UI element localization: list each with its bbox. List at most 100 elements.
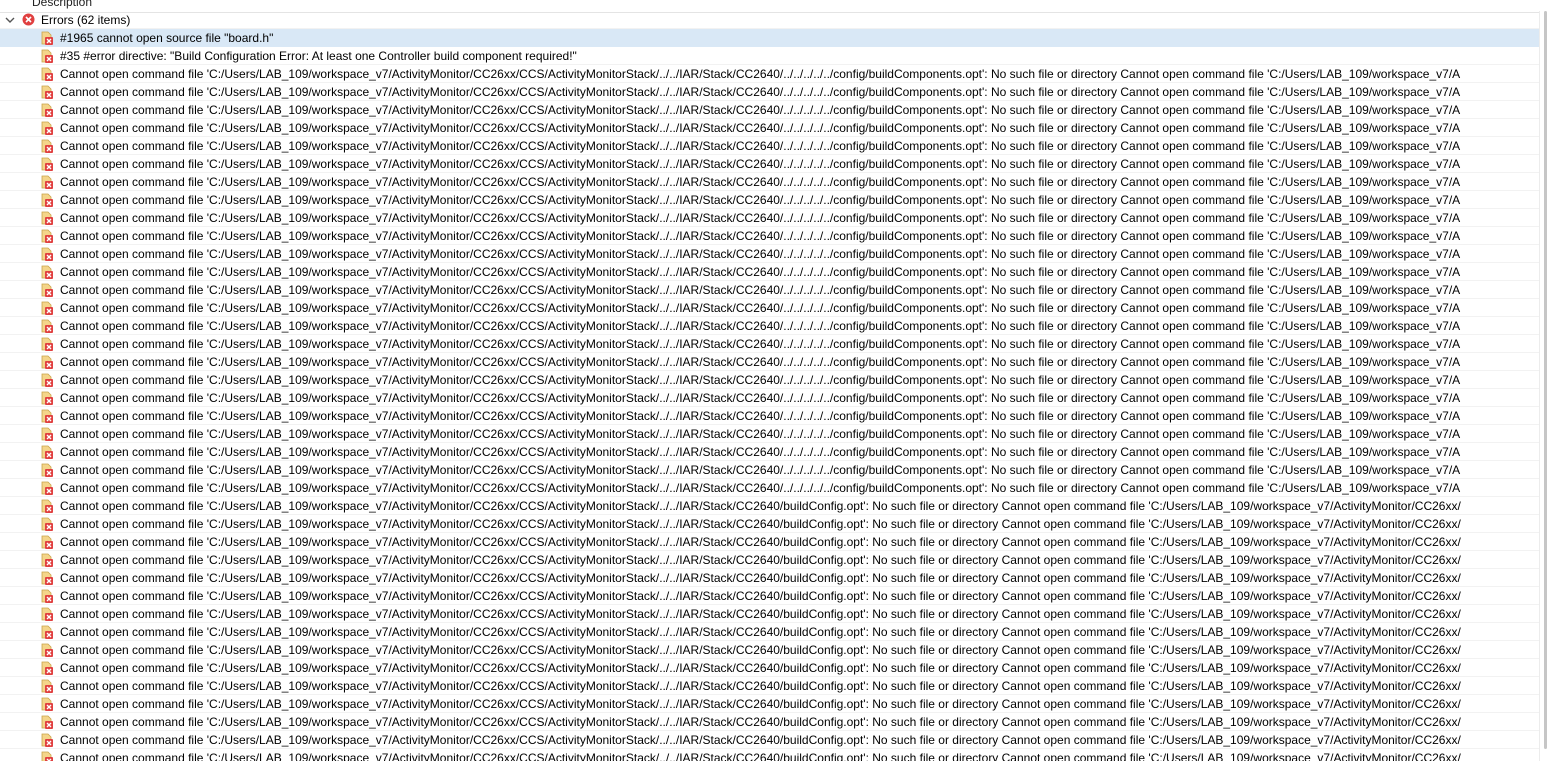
problem-row[interactable]: Cannot open command file 'C:/Users/LAB_1…	[0, 533, 1540, 551]
problem-description: #1965 cannot open source file "board.h"	[60, 31, 274, 45]
problem-row[interactable]: Cannot open command file 'C:/Users/LAB_1…	[0, 389, 1540, 407]
problems-tree: Errors (62 items) #1965 cannot open sour…	[0, 11, 1540, 761]
file-error-icon	[41, 589, 53, 603]
problem-description: Cannot open command file 'C:/Users/LAB_1…	[60, 679, 1461, 693]
problem-row[interactable]: Cannot open command file 'C:/Users/LAB_1…	[0, 713, 1540, 731]
problem-row[interactable]: Cannot open command file 'C:/Users/LAB_1…	[0, 299, 1540, 317]
problem-row[interactable]: Cannot open command file 'C:/Users/LAB_1…	[0, 731, 1540, 749]
problem-row[interactable]: Cannot open command file 'C:/Users/LAB_1…	[0, 659, 1540, 677]
problem-row[interactable]: Cannot open command file 'C:/Users/LAB_1…	[0, 749, 1540, 761]
problem-row[interactable]: Cannot open command file 'C:/Users/LAB_1…	[0, 155, 1540, 173]
file-error-icon	[41, 643, 53, 657]
problem-row[interactable]: Cannot open command file 'C:/Users/LAB_1…	[0, 641, 1540, 659]
problem-row[interactable]: Cannot open command file 'C:/Users/LAB_1…	[0, 695, 1540, 713]
file-error-icon	[41, 121, 53, 135]
problem-description: Cannot open command file 'C:/Users/LAB_1…	[60, 319, 1461, 333]
problem-row[interactable]: Cannot open command file 'C:/Users/LAB_1…	[0, 83, 1540, 101]
problem-description: Cannot open command file 'C:/Users/LAB_1…	[60, 517, 1461, 531]
problem-row[interactable]: Cannot open command file 'C:/Users/LAB_1…	[0, 587, 1540, 605]
column-header-label: Description	[32, 0, 93, 9]
errors-group-label: Errors (62 items)	[41, 13, 131, 27]
file-error-icon	[41, 607, 53, 621]
problem-description: Cannot open command file 'C:/Users/LAB_1…	[60, 283, 1461, 297]
problem-row[interactable]: Cannot open command file 'C:/Users/LAB_1…	[0, 335, 1540, 353]
problem-row[interactable]: Cannot open command file 'C:/Users/LAB_1…	[0, 209, 1540, 227]
file-error-icon	[41, 697, 53, 711]
problem-row[interactable]: Cannot open command file 'C:/Users/LAB_1…	[0, 137, 1540, 155]
problem-description: Cannot open command file 'C:/Users/LAB_1…	[60, 247, 1461, 261]
problem-row[interactable]: Cannot open command file 'C:/Users/LAB_1…	[0, 605, 1540, 623]
file-error-icon	[41, 31, 53, 45]
problem-description: Cannot open command file 'C:/Users/LAB_1…	[60, 157, 1461, 171]
file-error-icon	[41, 355, 53, 369]
problem-row[interactable]: Cannot open command file 'C:/Users/LAB_1…	[0, 677, 1540, 695]
file-error-icon	[41, 265, 53, 279]
file-error-icon	[41, 499, 53, 513]
vertical-scrollbar[interactable]	[1539, 11, 1551, 761]
problem-row[interactable]: Cannot open command file 'C:/Users/LAB_1…	[0, 461, 1540, 479]
problem-row[interactable]: Cannot open command file 'C:/Users/LAB_1…	[0, 443, 1540, 461]
problem-description: Cannot open command file 'C:/Users/LAB_1…	[60, 553, 1461, 567]
file-error-icon	[41, 247, 53, 261]
problem-row[interactable]: Cannot open command file 'C:/Users/LAB_1…	[0, 497, 1540, 515]
problem-row[interactable]: Cannot open command file 'C:/Users/LAB_1…	[0, 479, 1540, 497]
problem-description: Cannot open command file 'C:/Users/LAB_1…	[60, 535, 1461, 549]
file-error-icon	[41, 85, 53, 99]
file-error-icon	[41, 283, 53, 297]
file-error-icon	[41, 733, 53, 747]
problem-description: Cannot open command file 'C:/Users/LAB_1…	[60, 85, 1461, 99]
problem-description: Cannot open command file 'C:/Users/LAB_1…	[60, 751, 1461, 761]
file-error-icon	[41, 103, 53, 117]
file-error-icon	[41, 517, 53, 531]
problem-row[interactable]: Cannot open command file 'C:/Users/LAB_1…	[0, 65, 1540, 83]
problem-description: Cannot open command file 'C:/Users/LAB_1…	[60, 121, 1461, 135]
problem-description: Cannot open command file 'C:/Users/LAB_1…	[60, 625, 1461, 639]
file-error-icon	[41, 427, 53, 441]
problem-row[interactable]: Cannot open command file 'C:/Users/LAB_1…	[0, 569, 1540, 587]
file-error-icon	[41, 661, 53, 675]
file-error-icon	[41, 553, 53, 567]
file-error-icon	[41, 211, 53, 225]
problem-row[interactable]: Cannot open command file 'C:/Users/LAB_1…	[0, 191, 1540, 209]
problem-description: Cannot open command file 'C:/Users/LAB_1…	[60, 337, 1461, 351]
problem-description: Cannot open command file 'C:/Users/LAB_1…	[60, 589, 1461, 603]
problem-description: Cannot open command file 'C:/Users/LAB_1…	[60, 229, 1461, 243]
errors-group-row[interactable]: Errors (62 items)	[0, 11, 1540, 29]
problem-row[interactable]: Cannot open command file 'C:/Users/LAB_1…	[0, 263, 1540, 281]
problem-row[interactable]: Cannot open command file 'C:/Users/LAB_1…	[0, 371, 1540, 389]
file-error-icon	[41, 139, 53, 153]
file-error-icon	[41, 373, 53, 387]
file-error-icon	[41, 157, 53, 171]
problem-description: Cannot open command file 'C:/Users/LAB_1…	[60, 391, 1461, 405]
problem-row[interactable]: Cannot open command file 'C:/Users/LAB_1…	[0, 623, 1540, 641]
problem-description: Cannot open command file 'C:/Users/LAB_1…	[60, 427, 1461, 441]
problems-view: Description Errors (62 items) #1965 cann…	[0, 0, 1551, 761]
problem-row[interactable]: Cannot open command file 'C:/Users/LAB_1…	[0, 407, 1540, 425]
scrollbar-thumb[interactable]	[1544, 11, 1547, 749]
problem-description: Cannot open command file 'C:/Users/LAB_1…	[60, 571, 1461, 585]
problem-row[interactable]: Cannot open command file 'C:/Users/LAB_1…	[0, 119, 1540, 137]
file-error-icon	[41, 571, 53, 585]
problem-row[interactable]: #35 #error directive: "Build Configurati…	[0, 47, 1540, 65]
file-error-icon	[41, 715, 53, 729]
file-error-icon	[41, 535, 53, 549]
problem-row[interactable]: Cannot open command file 'C:/Users/LAB_1…	[0, 227, 1540, 245]
problem-row[interactable]: Cannot open command file 'C:/Users/LAB_1…	[0, 551, 1540, 569]
problem-description: Cannot open command file 'C:/Users/LAB_1…	[60, 373, 1461, 387]
problem-description: Cannot open command file 'C:/Users/LAB_1…	[60, 499, 1461, 513]
file-error-icon	[41, 337, 53, 351]
problem-row[interactable]: Cannot open command file 'C:/Users/LAB_1…	[0, 425, 1540, 443]
chevron-down-icon[interactable]	[4, 11, 16, 29]
problem-description: Cannot open command file 'C:/Users/LAB_1…	[60, 643, 1461, 657]
problem-row[interactable]: Cannot open command file 'C:/Users/LAB_1…	[0, 101, 1540, 119]
problem-description: Cannot open command file 'C:/Users/LAB_1…	[60, 661, 1461, 675]
problem-row[interactable]: Cannot open command file 'C:/Users/LAB_1…	[0, 173, 1540, 191]
problem-row[interactable]: Cannot open command file 'C:/Users/LAB_1…	[0, 515, 1540, 533]
file-error-icon	[41, 751, 53, 761]
problem-row[interactable]: Cannot open command file 'C:/Users/LAB_1…	[0, 281, 1540, 299]
file-error-icon	[41, 679, 53, 693]
problem-row[interactable]: #1965 cannot open source file "board.h"	[0, 29, 1540, 47]
problem-row[interactable]: Cannot open command file 'C:/Users/LAB_1…	[0, 353, 1540, 371]
problem-row[interactable]: Cannot open command file 'C:/Users/LAB_1…	[0, 317, 1540, 335]
problem-row[interactable]: Cannot open command file 'C:/Users/LAB_1…	[0, 245, 1540, 263]
